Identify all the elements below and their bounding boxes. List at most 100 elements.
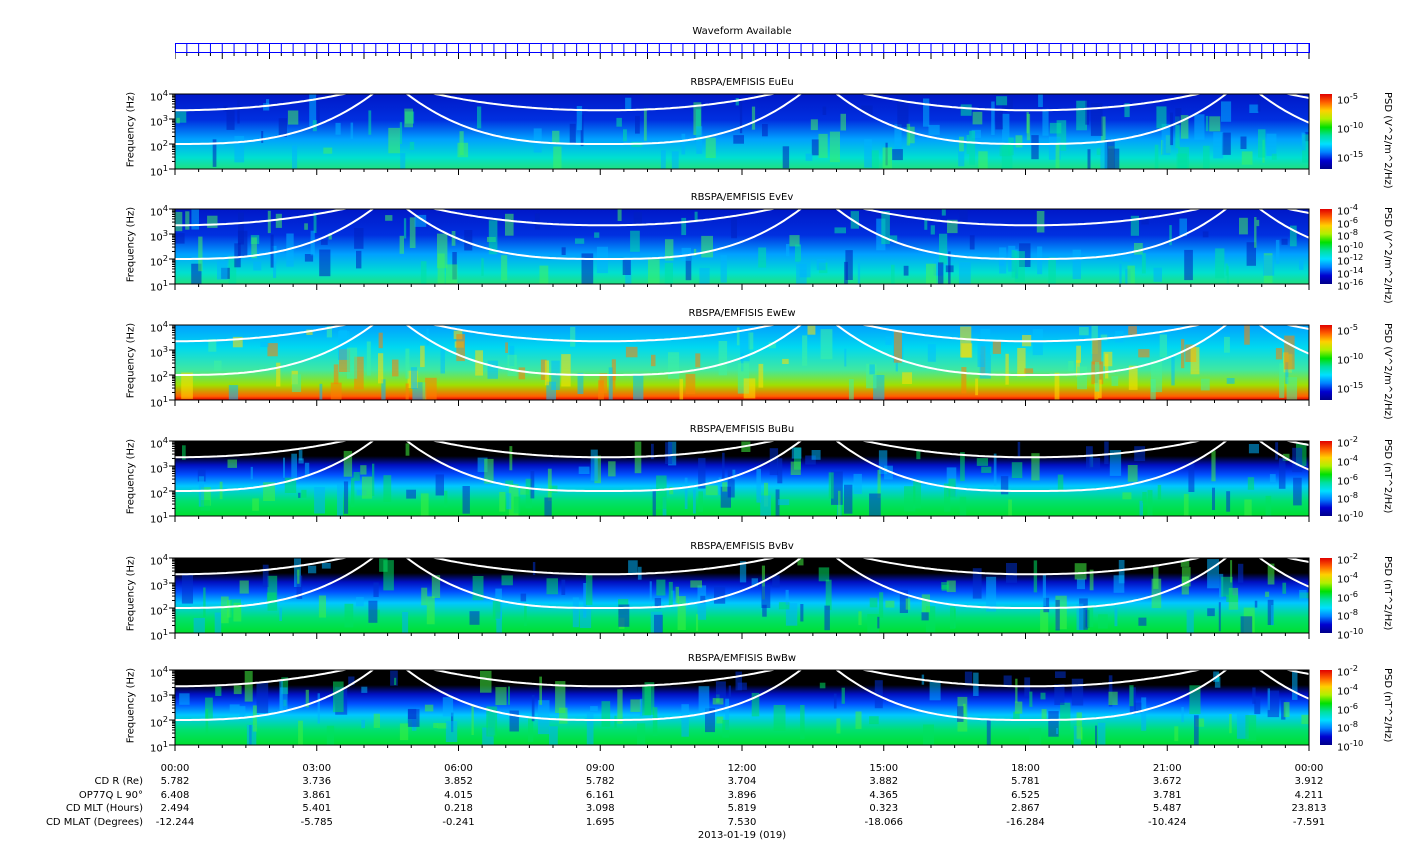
spectrogram-feature: [575, 238, 585, 244]
spectrogram-feature: [1055, 671, 1066, 678]
ephemeris-value: 3.861: [302, 789, 332, 801]
spectrogram-feature: [649, 581, 652, 602]
spectrogram-feature: [227, 459, 237, 468]
ephemeris-value: 3.896: [727, 789, 757, 801]
waveform-title: Waveform Available: [692, 26, 792, 37]
spectrogram-feature: [722, 452, 725, 479]
spectrogram-feature: [840, 113, 846, 131]
spectrogram-feature: [351, 477, 355, 507]
spectrogram-feature: [693, 489, 696, 514]
spectrogram-feature: [1169, 225, 1172, 246]
spectrogram-feature: [304, 223, 308, 230]
spectrogram-feature: [960, 452, 965, 482]
spectrogram-feature: [226, 107, 235, 130]
spectrogram-feature: [1221, 101, 1232, 122]
spectrogram-feature: [1147, 490, 1153, 516]
ephemeris-value: -18.066: [864, 816, 904, 828]
spectrogram-feature: [205, 709, 209, 734]
spectrogram-feature: [625, 97, 632, 110]
spectrogram-feature: [445, 264, 458, 284]
panel-title: RBSPA/EMFISIS BwBw: [687, 653, 797, 664]
spectrogram-feature: [239, 706, 246, 718]
spectrogram-feature: [317, 693, 320, 724]
spectrogram-feature: [1202, 231, 1209, 238]
spectrogram-feature: [1266, 133, 1277, 156]
spectrogram-feature: [838, 490, 841, 516]
spectrogram-feature: [1113, 575, 1125, 593]
spectrogram-feature: [318, 595, 326, 618]
spectrogram-feature: [731, 218, 737, 239]
spectrogram-feature: [795, 244, 801, 262]
spectrogram-feature: [1094, 361, 1100, 392]
spectrogram-feature: [350, 122, 354, 139]
spectrogram-feature: [665, 442, 673, 464]
spectrogram-feature: [705, 485, 718, 496]
spectrogram-feature: [736, 327, 740, 346]
spectrogram-feature: [1267, 688, 1270, 711]
spectrogram-feature: [999, 145, 1011, 157]
ephemeris-value: 3.098: [585, 803, 615, 814]
spectrogram-feature: [733, 135, 744, 144]
emfisis-summary-plot: Waveform Available RBSPA/EMFISIS EuEu Fr…: [0, 0, 1408, 859]
spectrogram-feature: [534, 213, 540, 230]
spectrogram: [169, 440, 1310, 522]
spectrogram-feature: [532, 562, 536, 575]
panel-title: RBSPA/EMFISIS BuBu: [689, 424, 795, 435]
spectrogram-feature: [1275, 239, 1280, 264]
spectrogram-feature: [701, 235, 713, 258]
spectrogram-feature: [805, 153, 813, 161]
spectrogram-feature: [366, 341, 371, 376]
y-tick-label: 103: [149, 577, 168, 593]
spectrogram-feature: [1174, 726, 1179, 742]
spectrogram-feature: [379, 558, 388, 572]
spectrogram-feature: [238, 212, 244, 245]
y-tick-label: 101: [149, 163, 168, 179]
spectrogram-feature: [250, 466, 253, 480]
colorbar-tick-label: 10-8: [1337, 490, 1359, 506]
ephemeris-value: -5.785: [300, 816, 333, 828]
spectrogram-feature: [270, 234, 274, 268]
spectrogram-feature: [559, 707, 568, 724]
spectrogram-feature: [524, 603, 527, 627]
spectrogram-feature: [353, 472, 360, 481]
spectrogram-feature: [622, 259, 631, 275]
spectrogram-feature: [698, 686, 710, 713]
spectrogram-feature: [586, 711, 594, 745]
spectrogram-feature: [217, 261, 228, 280]
ephemeris-value: 6.525: [1011, 789, 1040, 801]
y-tick-label: 102: [149, 602, 168, 618]
spectrogram-feature: [298, 720, 303, 745]
spectrogram-feature: [301, 489, 307, 498]
spectrogram-feature: [786, 244, 790, 257]
spectrogram-feature: [1281, 238, 1288, 245]
spectrogram-feature: [507, 354, 517, 377]
spectrogram-feature: [283, 457, 285, 478]
spectrogram-feature: [1156, 106, 1167, 129]
spectrogram-feature: [1014, 701, 1023, 714]
spectrogram-feature: [1024, 368, 1034, 374]
spectrogram-feature: [579, 606, 592, 628]
y-axis-label: Frequency (Hz): [125, 667, 137, 744]
y-tick-label: 103: [149, 344, 168, 360]
spectrogram-feature: [802, 335, 808, 366]
spectrogram-feature: [625, 346, 638, 358]
spectrogram-feature: [1213, 132, 1224, 159]
colorbar-tick-label: 10-2: [1337, 551, 1359, 567]
spectrogram-feature: [926, 263, 937, 284]
spectrogram-feature: [495, 687, 507, 706]
spectrogram-feature: [221, 596, 229, 624]
ephemeris-label: CD MLT (Hours): [65, 803, 143, 814]
spectrogram-feature: [961, 367, 967, 394]
spectrogram-feature: [930, 225, 935, 235]
spectrogram-feature: [976, 458, 988, 466]
spectrogram-feature: [1215, 248, 1225, 279]
spectrogram-feature: [435, 474, 444, 496]
spectrogram-feature: [1040, 609, 1049, 633]
spectrogram-feature: [400, 153, 406, 169]
spectrogram-feature: [1128, 326, 1137, 335]
spectrogram-feature: [902, 372, 912, 384]
ephemeris-value: 0.323: [869, 803, 899, 814]
spectrogram-feature: [1098, 614, 1108, 629]
spectrogram-feature: [668, 581, 673, 608]
spectrogram-feature: [549, 726, 558, 745]
